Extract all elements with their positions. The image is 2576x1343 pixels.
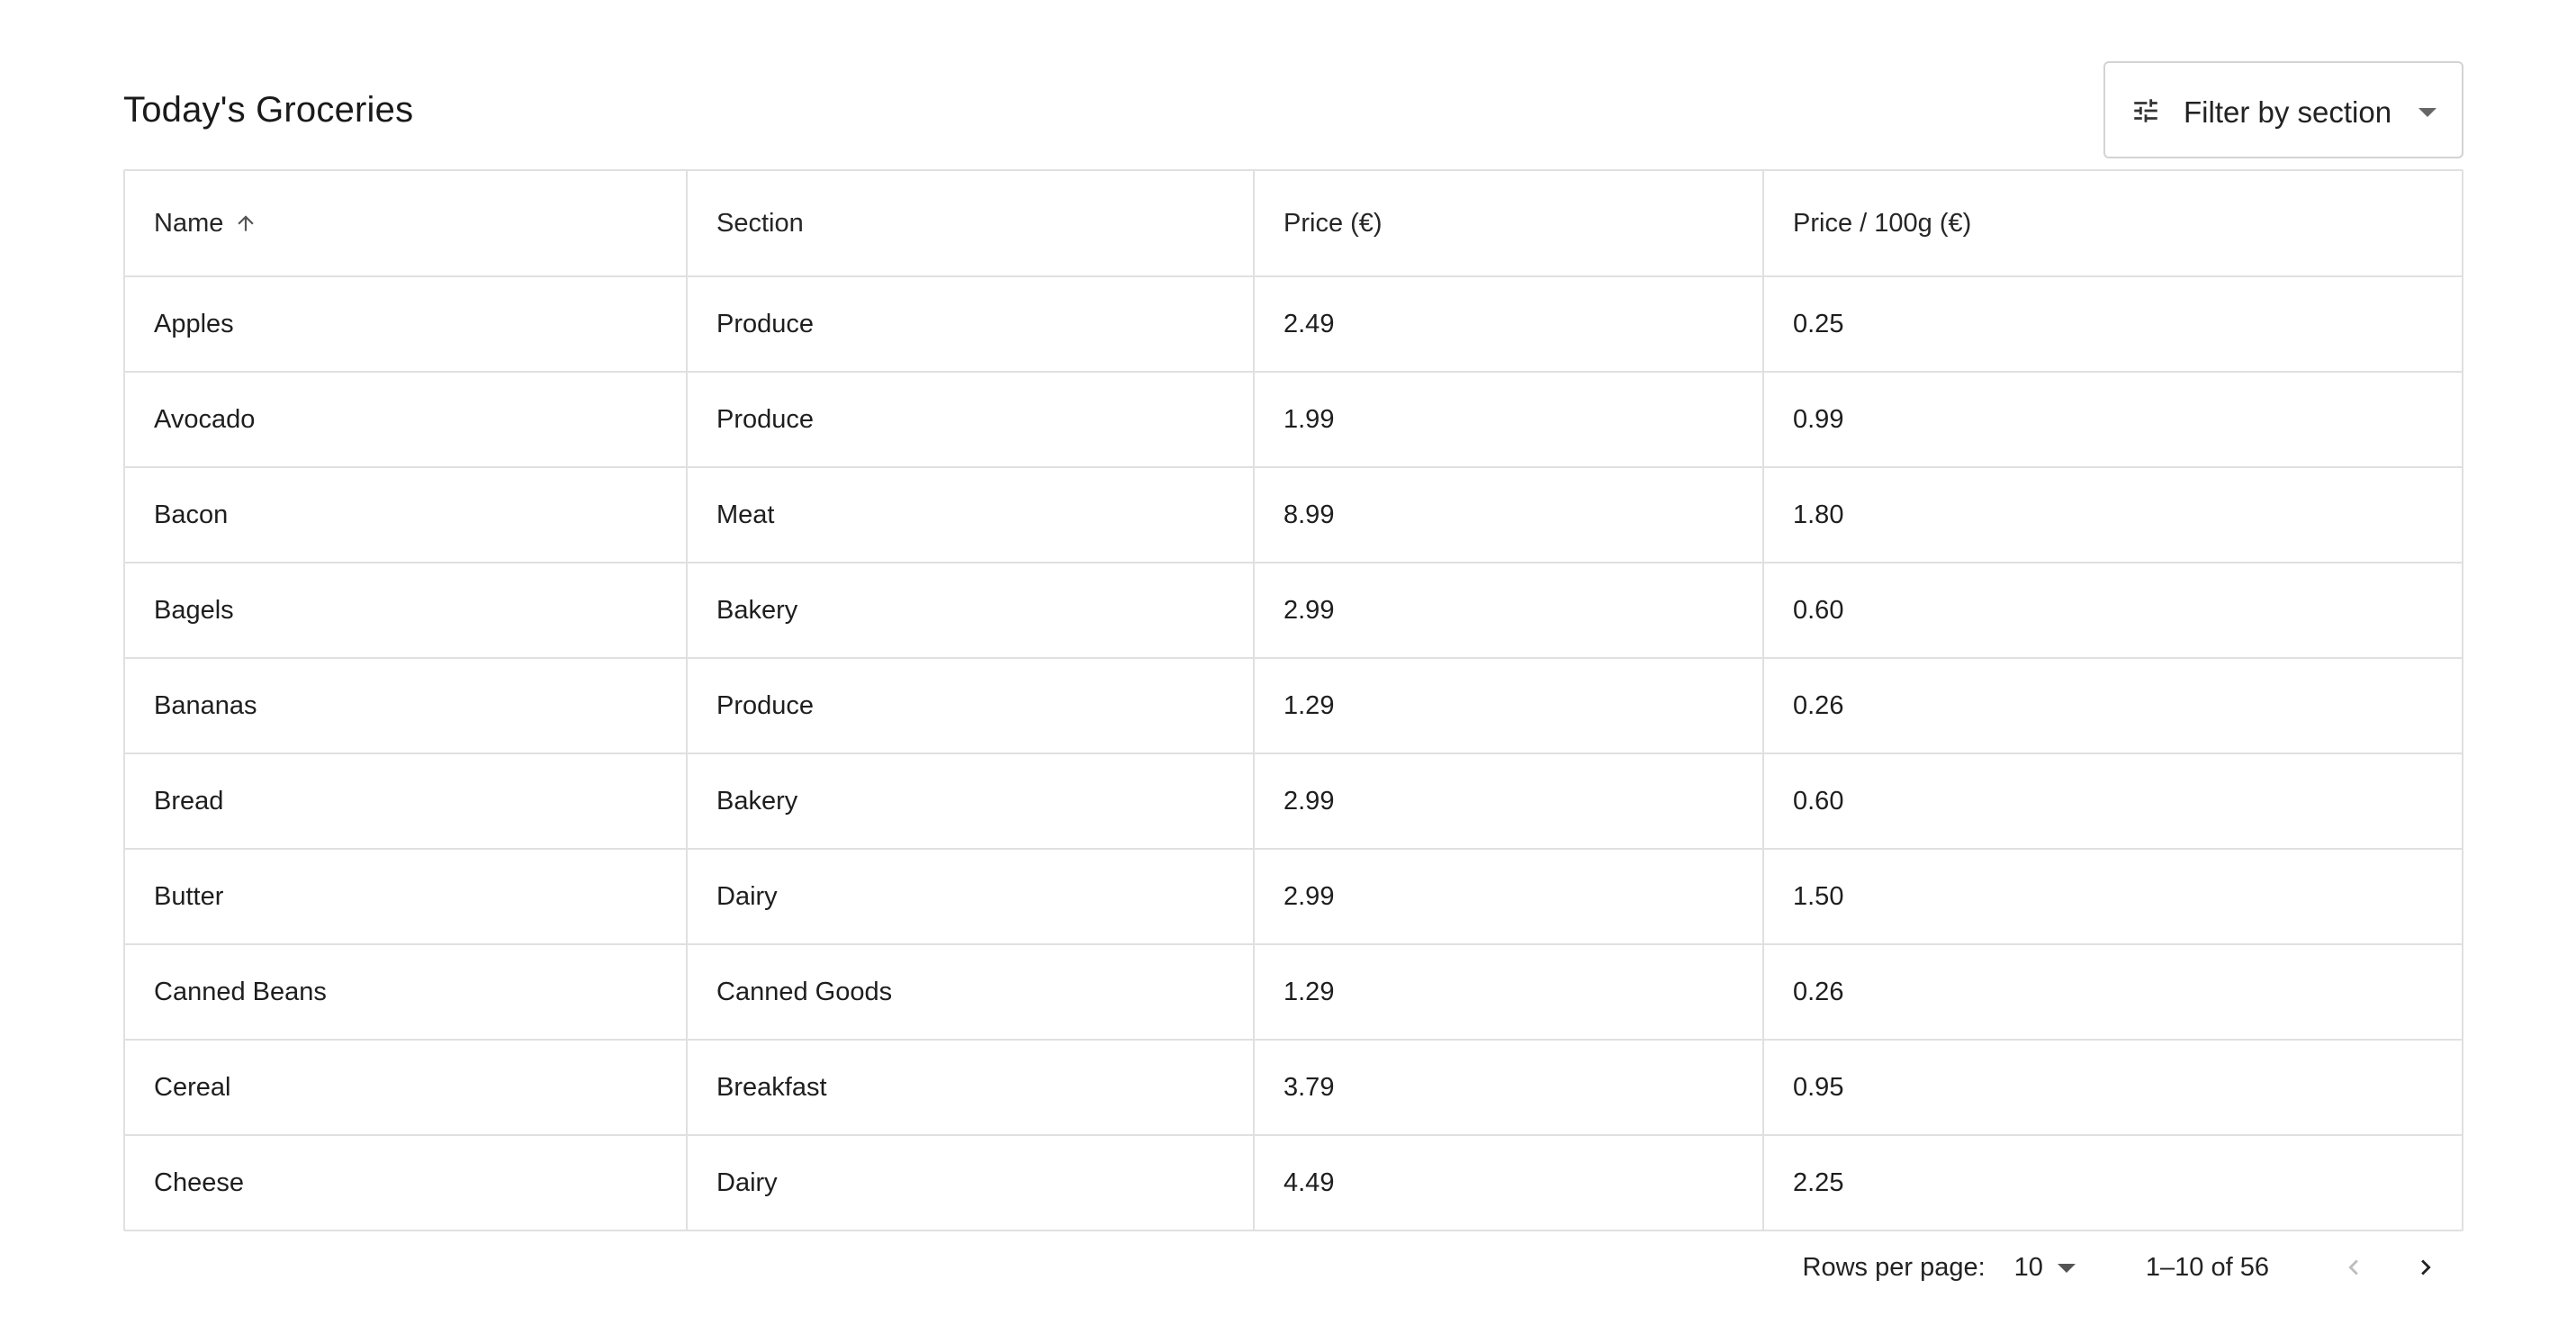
cell-name: Cheese <box>125 1136 688 1230</box>
table-row[interactable]: Cereal Breakfast 3.79 0.95 <box>125 1041 2462 1136</box>
previous-page-button[interactable] <box>2327 1240 2381 1294</box>
column-header-name[interactable]: Name <box>125 171 688 275</box>
table-row[interactable]: Bananas Produce 1.29 0.26 <box>125 659 2462 754</box>
column-header-label: Price (€) <box>1283 208 1383 238</box>
cell-price-per-100g: 1.50 <box>1793 881 1844 911</box>
table-row[interactable]: Canned Beans Canned Goods 1.29 0.26 <box>125 945 2462 1041</box>
cell-price: 8.99 <box>1255 468 1764 562</box>
column-header-price[interactable]: Price (€) <box>1255 171 1764 275</box>
cell-price-per-100g: 0.26 <box>1793 690 1844 720</box>
cell-section: Produce <box>688 277 1255 371</box>
table-header-row: Name Section Price (€) Price / 100g (€) <box>125 171 2462 277</box>
table-row[interactable]: Cheese Dairy 4.49 2.25 <box>125 1136 2462 1230</box>
column-header-label: Name <box>154 208 224 238</box>
cell-price-per-100g: 0.99 <box>1793 404 1844 434</box>
chevron-left-icon <box>2348 1259 2358 1275</box>
cell-name: Apples <box>125 277 688 371</box>
page-title: Today's Groceries <box>123 90 414 130</box>
cell-price: 2.99 <box>1255 754 1764 848</box>
rows-per-page-value: 10 <box>2013 1252 2043 1282</box>
cell-name: Butter <box>125 850 688 943</box>
column-header-label: Price / 100g (€) <box>1793 208 1972 238</box>
groceries-page: Today's Groceries Filter by section Name… <box>123 61 2463 1282</box>
groceries-table: Name Section Price (€) Price / 100g (€) … <box>123 169 2463 1231</box>
chevron-down-icon <box>2057 1264 2076 1273</box>
table-row[interactable]: Butter Dairy 2.99 1.50 <box>125 850 2462 945</box>
cell-price-per-100g: 0.26 <box>1793 977 1844 1006</box>
table-row[interactable]: Avocado Produce 1.99 0.99 <box>125 373 2462 468</box>
column-header-label: Section <box>716 208 804 238</box>
column-header-section[interactable]: Section <box>688 171 1255 275</box>
cell-section: Canned Goods <box>688 945 1255 1039</box>
cell-price: 2.99 <box>1255 850 1764 943</box>
cell-section: Produce <box>688 659 1255 753</box>
cell-name: Cereal <box>125 1041 688 1134</box>
cell-section: Produce <box>688 373 1255 466</box>
rows-per-page-select[interactable]: 10 <box>2014 1253 2076 1283</box>
rows-per-page-label: Rows per page: <box>1802 1252 1986 1282</box>
cell-section: Bakery <box>688 754 1255 848</box>
cell-price-per-100g: 0.60 <box>1793 786 1844 816</box>
filter-by-section-button[interactable]: Filter by section <box>2103 61 2463 158</box>
cell-price: 1.29 <box>1255 945 1764 1039</box>
pagination-footer: Rows per page: 10 1–10 of 56 <box>1803 1240 2463 1294</box>
cell-name: Bagels <box>125 563 688 657</box>
cell-name: Bananas <box>125 659 688 753</box>
cell-price: 4.49 <box>1255 1136 1764 1230</box>
cell-price-per-100g: 0.25 <box>1793 309 1844 338</box>
page-header: Today's Groceries Filter by section <box>123 61 2463 160</box>
cell-name: Avocado <box>125 373 688 466</box>
cell-price-per-100g: 2.25 <box>1793 1167 1844 1197</box>
table-row[interactable]: Bacon Meat 8.99 1.80 <box>125 468 2462 563</box>
cell-section: Meat <box>688 468 1255 562</box>
cell-price: 2.49 <box>1255 277 1764 371</box>
cell-section: Dairy <box>688 1136 1255 1230</box>
tune-sliders-icon <box>2134 99 2157 122</box>
cell-price-per-100g: 0.95 <box>1793 1072 1844 1102</box>
cell-name: Bread <box>125 754 688 848</box>
cell-section: Breakfast <box>688 1041 1255 1134</box>
sort-ascending-icon[interactable] <box>234 210 257 237</box>
cell-price-per-100g: 1.80 <box>1793 500 1844 529</box>
cell-price: 2.99 <box>1255 563 1764 657</box>
cell-price-per-100g: 0.60 <box>1793 595 1844 625</box>
chevron-down-icon <box>2418 108 2436 117</box>
pagination-range: 1–10 of 56 <box>2145 1252 2269 1282</box>
next-page-button[interactable] <box>2399 1240 2453 1294</box>
cell-name: Canned Beans <box>125 945 688 1039</box>
cell-price: 1.99 <box>1255 373 1764 466</box>
cell-name: Bacon <box>125 468 688 562</box>
column-header-price-per-100g[interactable]: Price / 100g (€) <box>1764 171 2462 275</box>
filter-label: Filter by section <box>2184 95 2392 129</box>
cell-section: Bakery <box>688 563 1255 657</box>
table-row[interactable]: Apples Produce 2.49 0.25 <box>125 277 2462 373</box>
cell-section: Dairy <box>688 850 1255 943</box>
table-row[interactable]: Bread Bakery 2.99 0.60 <box>125 754 2462 850</box>
cell-price: 1.29 <box>1255 659 1764 753</box>
cell-price: 3.79 <box>1255 1041 1764 1134</box>
table-row[interactable]: Bagels Bakery 2.99 0.60 <box>125 563 2462 659</box>
chevron-right-icon <box>2421 1259 2431 1275</box>
